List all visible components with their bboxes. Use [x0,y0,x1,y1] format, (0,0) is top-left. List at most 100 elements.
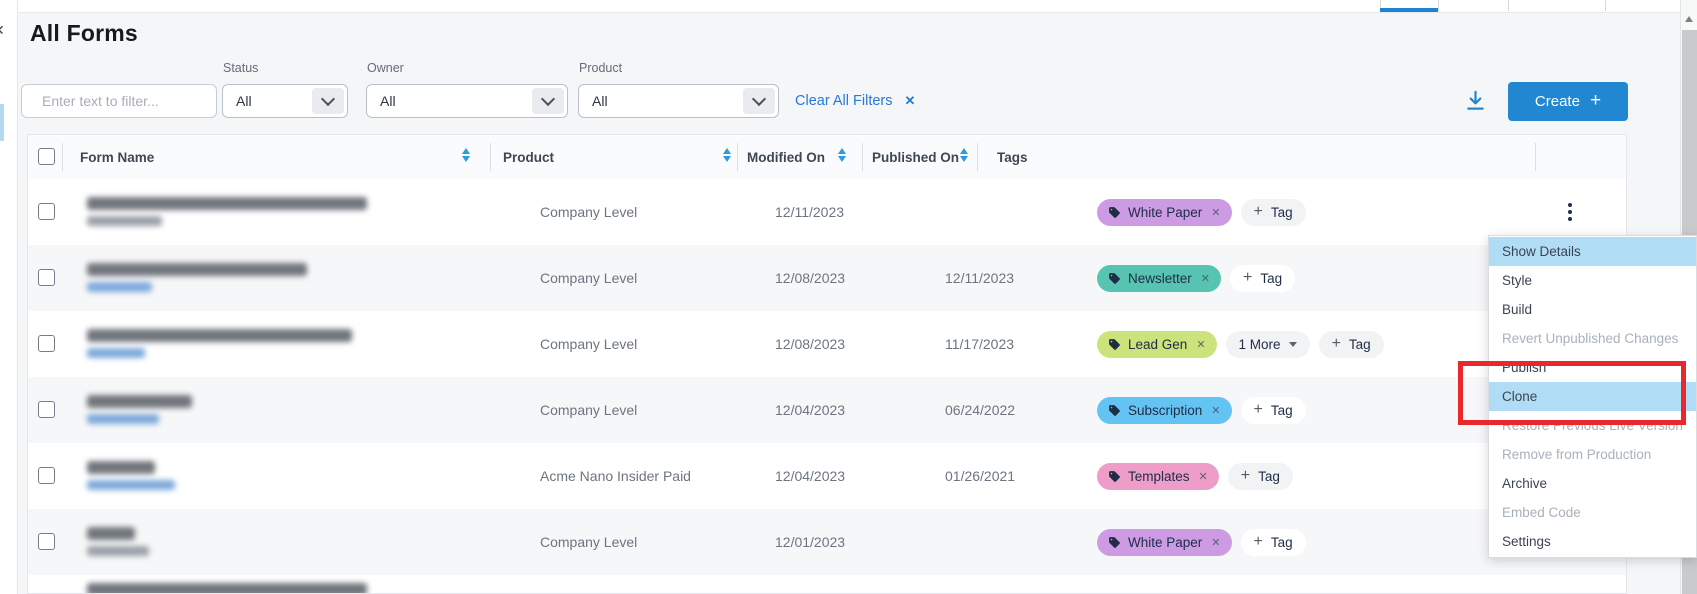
status-filter-select[interactable]: All [222,84,348,118]
cell-modified-on: 12/08/2023 [775,270,845,286]
download-button[interactable] [1460,85,1490,115]
tag-chip-label: Templates [1128,469,1190,484]
select-all-checkbox[interactable] [38,148,55,165]
form-name-redacted [87,395,192,408]
add-tag-button[interactable]: +Tag [1241,397,1306,424]
form-subtitle-redacted [87,216,162,226]
row-checkbox[interactable] [38,335,55,352]
row-actions-kebab-icon[interactable] [1559,199,1581,225]
remove-tag-icon[interactable]: ✕ [1211,536,1220,549]
tags-cell: Newsletter✕ + Tag [1097,265,1295,292]
tag-chip-label: White Paper [1128,535,1202,550]
tag-chip-label: White Paper [1128,205,1202,220]
create-button[interactable]: Create + [1508,82,1628,121]
column-header-product[interactable]: Product [503,135,554,179]
form-link-redacted[interactable] [87,480,175,490]
header-divider [977,143,978,171]
tag-icon [1108,206,1121,219]
plus-icon: + [1590,90,1601,112]
form-link-redacted[interactable] [87,414,159,424]
column-header-form-name[interactable]: Form Name [80,135,154,179]
collapse-sidebar-icon[interactable]: ✕ [0,22,5,39]
tag-chip: Lead Gen ✕ [1097,331,1217,358]
tag-icon [1108,470,1121,483]
cell-modified-on: 12/01/2023 [775,534,845,550]
cell-product: Acme Nano Insider Paid [540,468,691,484]
sort-icon-published-on[interactable] [960,148,968,162]
cell-modified-on: 12/08/2023 [775,336,845,352]
plus-icon: + [1254,533,1263,551]
add-tag-button[interactable]: +Tag [1319,331,1384,358]
tab-separator [1508,0,1509,11]
cell-modified-on: 12/04/2023 [775,402,845,418]
table-header-row: Form Name Product Modified On Published … [28,135,1626,180]
tag-chip: Newsletter✕ [1097,265,1221,292]
row-checkbox[interactable] [38,533,55,550]
add-tag-button[interactable]: + Tag [1241,529,1306,556]
row-checkbox[interactable] [38,269,55,286]
top-tabs[interactable] [0,0,1697,13]
tags-cell: Subscription✕+Tag [1097,397,1306,424]
column-header-published-on[interactable]: Published On [872,135,959,179]
add-tag-label: Tag [1260,271,1282,286]
clear-all-filters-button[interactable]: Clear All Filters ✕ [795,93,915,109]
table-row: Company Level12/11/2023White Paper✕+Tag [28,179,1626,246]
filter-search[interactable] [21,84,217,118]
form-name-redacted [87,197,367,210]
add-tag-label: Tag [1271,205,1293,220]
form-name-redacted [87,329,352,342]
cell-published-on: 11/17/2023 [945,336,1014,352]
table-row: Company Level12/08/202312/11/2023Newslet… [28,245,1626,312]
cell-published-on: 12/11/2023 [945,270,1014,286]
cell-product: Company Level [540,336,637,352]
product-filter-label: Product [579,61,622,75]
cell-modified-on: 12/04/2023 [775,468,845,484]
product-filter-select[interactable]: All [578,84,779,118]
add-tag-button[interactable]: + Tag [1230,265,1295,292]
menu-item-settings[interactable]: Settings [1489,527,1696,556]
tab-separator [1605,0,1606,11]
chevron-down-icon[interactable] [532,88,564,114]
add-tag-label: Tag [1271,535,1293,550]
menu-item-show-details[interactable]: Show Details [1489,237,1696,266]
sort-icon-form-name[interactable] [462,148,470,162]
column-header-modified-on[interactable]: Modified On [747,135,825,179]
form-link-redacted[interactable] [87,282,152,292]
menu-item-style[interactable]: Style [1489,266,1696,295]
menu-item-archive[interactable]: Archive [1489,469,1696,498]
chevron-down-icon[interactable] [312,88,344,114]
download-icon [1464,89,1487,112]
sort-icon-modified-on[interactable] [838,148,846,162]
form-name-redacted [87,263,307,276]
form-link-redacted[interactable] [87,348,145,358]
remove-tag-icon[interactable]: ✕ [1196,338,1205,351]
row-checkbox[interactable] [38,401,55,418]
add-tag-button[interactable]: +Tag [1241,199,1306,226]
search-input[interactable] [40,92,225,110]
sort-icon-product[interactable] [723,148,731,162]
clear-filters-x-icon[interactable]: ✕ [905,93,916,109]
caret-down-icon [1289,342,1297,347]
header-divider [862,143,863,171]
remove-tag-icon[interactable]: ✕ [1199,470,1208,483]
tags-cell: Lead Gen ✕ 1 More +Tag [1097,331,1384,358]
tag-chip-label: Lead Gen [1128,337,1187,352]
more-tags-button[interactable]: 1 More [1226,331,1310,358]
forms-table: Form Name Product Modified On Published … [27,134,1627,594]
annotation-red-box [1458,361,1686,425]
header-divider [62,143,63,171]
row-checkbox[interactable] [38,203,55,220]
scrollbar-up-arrow[interactable] [1685,16,1693,22]
menu-item-build[interactable]: Build [1489,295,1696,324]
form-name-redacted [87,527,135,540]
remove-tag-icon[interactable]: ✕ [1201,272,1210,285]
chevron-down-icon[interactable] [743,88,775,114]
remove-tag-icon[interactable]: ✕ [1211,206,1220,219]
tag-icon [1108,338,1121,351]
remove-tag-icon[interactable]: ✕ [1211,404,1220,417]
plus-icon: + [1243,269,1252,287]
add-tag-button[interactable]: +Tag [1228,463,1293,490]
row-checkbox[interactable] [38,467,55,484]
add-tag-label: Tag [1349,337,1371,352]
owner-filter-select[interactable]: All [366,84,568,118]
